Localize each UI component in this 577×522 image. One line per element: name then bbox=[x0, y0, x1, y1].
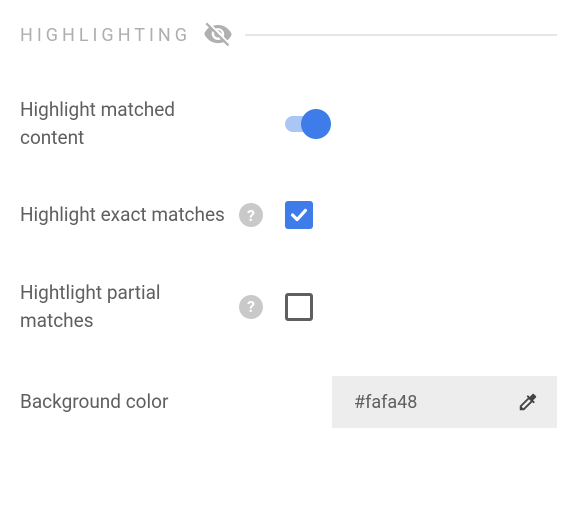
background-color-label: Background color bbox=[20, 388, 235, 416]
control-area bbox=[267, 201, 557, 229]
section-divider bbox=[245, 34, 557, 36]
highlight-partial-matches-checkbox[interactable] bbox=[285, 293, 313, 321]
section-header: HIGHLIGHTING bbox=[20, 20, 557, 50]
visibility-off-icon[interactable] bbox=[203, 20, 233, 50]
help-icon[interactable]: ? bbox=[239, 203, 263, 227]
highlighting-settings-panel: HIGHLIGHTING Highlight matched content H… bbox=[0, 0, 577, 428]
control-area bbox=[267, 293, 557, 321]
background-color-value: #fafa48 bbox=[354, 392, 507, 413]
highlight-exact-matches-label: Highlight exact matches bbox=[20, 201, 235, 229]
highlight-partial-matches-label: Hightlight partial matches bbox=[20, 279, 235, 334]
background-color-field[interactable]: #fafa48 bbox=[332, 376, 557, 428]
help-icon[interactable]: ? bbox=[239, 295, 263, 319]
control-area bbox=[267, 109, 557, 139]
background-color-row: Background color #fafa48 bbox=[20, 376, 557, 428]
section-title: HIGHLIGHTING bbox=[20, 25, 191, 46]
highlight-partial-matches-row: Hightlight partial matches ? bbox=[20, 279, 557, 334]
highlight-exact-matches-row: Highlight exact matches ? bbox=[20, 193, 557, 237]
control-area: #fafa48 bbox=[267, 376, 557, 428]
highlight-matched-content-label: Highlight matched content bbox=[20, 96, 235, 151]
highlight-matched-content-row: Highlight matched content bbox=[20, 96, 557, 151]
highlight-exact-matches-checkbox[interactable] bbox=[285, 201, 313, 229]
check-icon bbox=[288, 204, 310, 226]
highlight-matched-content-toggle[interactable] bbox=[285, 109, 329, 139]
eyedropper-icon[interactable] bbox=[517, 391, 539, 413]
